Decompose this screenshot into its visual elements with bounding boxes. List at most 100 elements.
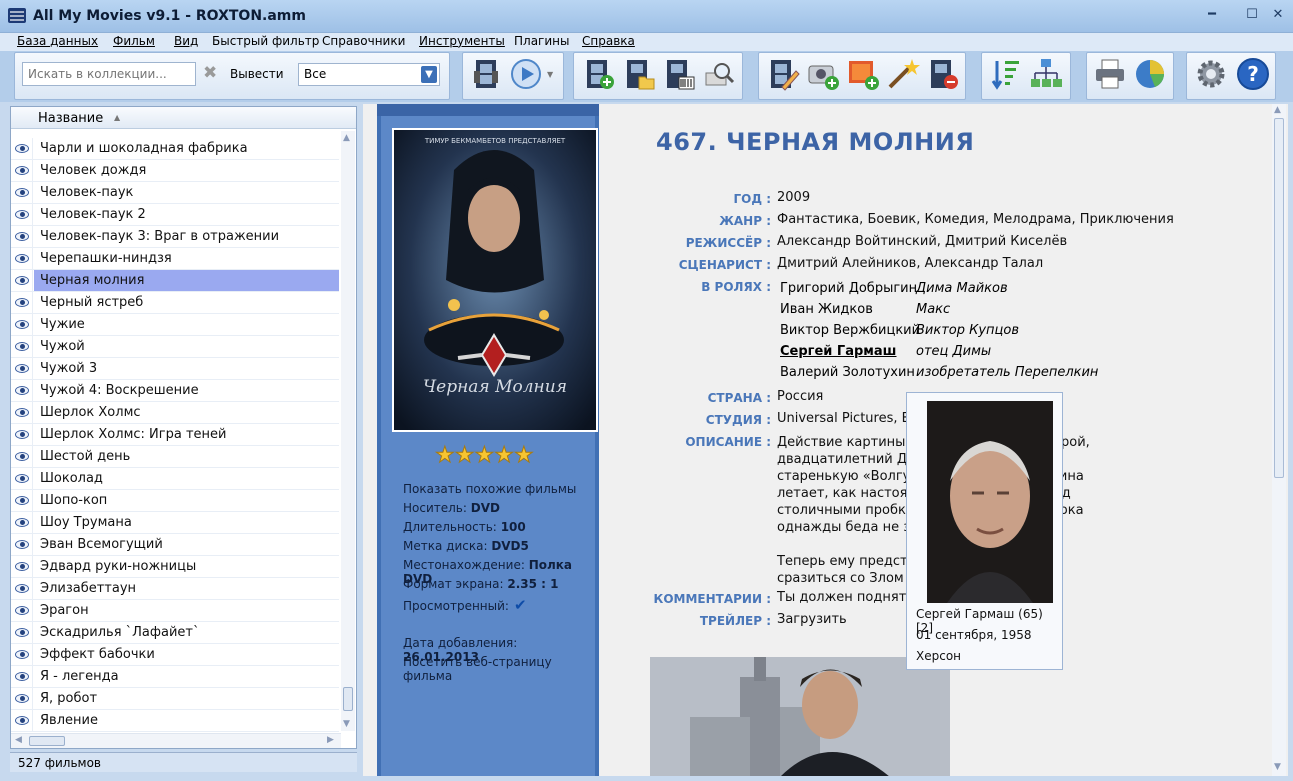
list-item[interactable]: Чарли и шоколадная фабрика <box>11 138 339 160</box>
list-vertical-scrollbar[interactable]: ▲ ▼ <box>341 131 355 731</box>
statistics-icon[interactable] <box>1133 57 1167 91</box>
list-item[interactable]: Черная молния <box>11 270 339 292</box>
checkmark-icon[interactable]: ✔ <box>514 596 527 614</box>
list-item[interactable]: Чужой 4: Воскрешение <box>11 380 339 402</box>
add-movie-icon[interactable] <box>582 57 616 91</box>
trailer-link[interactable]: Загрузить <box>777 612 847 627</box>
scroll-up-icon[interactable]: ▲ <box>343 133 350 143</box>
menu-help[interactable]: Справка <box>582 34 635 48</box>
list-item-title: Чужой 3 <box>40 361 98 376</box>
star-icon[interactable]: ★ <box>513 443 534 469</box>
group-tree-icon[interactable] <box>1029 57 1063 91</box>
cast-actor[interactable]: Валерий Золотухин <box>780 365 915 380</box>
scroll-left-icon[interactable]: ◀ <box>15 735 22 745</box>
cast-actor[interactable]: Иван Жидков <box>780 302 873 317</box>
list-item[interactable]: Шестой день <box>11 446 339 468</box>
list-item[interactable]: Эван Всемогущий <box>11 534 339 556</box>
cast-actor[interactable]: Виктор Вержбицкий <box>780 323 920 338</box>
list-item[interactable]: Эскадрилья `Лафайет` <box>11 622 339 644</box>
help-icon[interactable]: ? <box>1236 57 1270 91</box>
scroll-up-icon[interactable]: ▲ <box>1274 105 1281 115</box>
add-folder-icon[interactable] <box>622 57 656 91</box>
list-item[interactable]: Человек дождя <box>11 160 339 182</box>
movie-still-image[interactable] <box>650 657 950 776</box>
list-item[interactable]: Шерлок Холмс: Игра теней <box>11 424 339 446</box>
scroll-down-icon[interactable]: ▼ <box>343 719 350 729</box>
search-online-icon[interactable] <box>702 57 736 91</box>
play-icon[interactable] <box>509 57 543 91</box>
cast-actor-hovered[interactable]: Сергей Гармаш <box>780 344 896 359</box>
studio-label: СТУДИЯ : <box>705 413 771 427</box>
cast-actor[interactable]: Григорий Добрыгин <box>780 281 917 296</box>
column-title-header[interactable]: Название <box>38 111 103 126</box>
eye-cell <box>11 160 33 181</box>
list-horizontal-scrollbar[interactable]: ◀ ▶ <box>11 733 341 748</box>
add-image-icon[interactable] <box>846 57 880 91</box>
delete-movie-icon[interactable] <box>926 57 960 91</box>
movie-poster[interactable]: ТИМУР БЕКМАМБЕТОВ ПРЕДСТАВЛЯЕТ Черная Мо… <box>392 128 598 432</box>
list-item[interactable]: Человек-паук <box>11 182 339 204</box>
list-item[interactable]: Шерлок Холмс <box>11 402 339 424</box>
menu-view[interactable]: Вид <box>174 34 198 48</box>
poster-logo-text: Черная Молния <box>423 377 567 397</box>
add-screenshot-icon[interactable] <box>806 57 840 91</box>
list-item[interactable]: Шоу Трумана <box>11 512 339 534</box>
scroll-down-icon[interactable]: ▼ <box>1274 762 1281 772</box>
list-item[interactable]: Явление <box>11 710 339 732</box>
list-item[interactable]: Чужой <box>11 336 339 358</box>
menu-references[interactable]: Справочники <box>322 34 405 48</box>
star-icon[interactable]: ★ <box>435 443 456 469</box>
menu-plugins[interactable]: Плагины <box>514 34 569 48</box>
sort-icon[interactable] <box>989 57 1023 91</box>
list-item[interactable]: Эдвард руки-ножницы <box>11 556 339 578</box>
list-item[interactable]: Я, робот <box>11 688 339 710</box>
list-item[interactable]: Я - легенда <box>11 666 339 688</box>
scroll-right-icon[interactable]: ▶ <box>327 735 334 745</box>
maximize-button[interactable]: ☐ <box>1241 5 1263 25</box>
minimize-button[interactable]: ━ <box>1201 5 1223 25</box>
eye-cell <box>11 138 33 159</box>
list-item[interactable]: Элизабеттаун <box>11 578 339 600</box>
menu-tools[interactable]: Инструменты <box>419 34 505 48</box>
menu-quick-filter[interactable]: Быстрый фильтр <box>212 34 319 48</box>
aspect-row: Формат экрана: 2.35 : 1 <box>403 577 559 591</box>
list-item[interactable]: Человек-паук 2 <box>11 204 339 226</box>
list-item[interactable]: Эффект бабочки <box>11 644 339 666</box>
eye-icon <box>15 408 29 417</box>
film-filter-icon[interactable] <box>470 57 504 91</box>
list-item[interactable]: Эрагон <box>11 600 339 622</box>
filter-select[interactable]: Все ▼ <box>298 63 440 86</box>
star-icon[interactable]: ★ <box>474 443 495 469</box>
menu-movie[interactable]: Фильм <box>113 34 155 48</box>
country-label: СТРАНА : <box>707 391 771 405</box>
rating-stars[interactable]: ★★★★★ <box>435 443 535 469</box>
similar-movies-link[interactable]: Показать похожие фильмы <box>403 482 576 496</box>
list-item[interactable]: Черепашки-ниндзя <box>11 248 339 270</box>
list-item[interactable]: Чужой 3 <box>11 358 339 380</box>
star-icon[interactable]: ★ <box>494 443 515 469</box>
list-item[interactable]: Шопо-коп <box>11 490 339 512</box>
list-scroll-thumb[interactable] <box>343 687 353 711</box>
list-hscroll-thumb[interactable] <box>29 736 65 746</box>
star-icon[interactable]: ★ <box>454 443 475 469</box>
eye-icon <box>15 584 29 593</box>
menu-database[interactable]: База данных <box>17 34 98 48</box>
details-vertical-scrollbar[interactable]: ▲ ▼ <box>1272 104 1286 776</box>
clear-search-icon[interactable]: ✖ <box>203 63 217 83</box>
close-button[interactable]: ✕ <box>1267 5 1289 25</box>
edit-movie-icon[interactable] <box>766 57 800 91</box>
search-input[interactable] <box>22 62 196 86</box>
window-title: All My Movies v9.1 - ROXTON.amm <box>33 8 306 24</box>
list-item[interactable]: Черный ястреб <box>11 292 339 314</box>
play-dropdown-icon[interactable]: ▼ <box>547 70 553 79</box>
list-item[interactable]: Шоколад <box>11 468 339 490</box>
list-item[interactable]: Человек-паук 3: Враг в отражении <box>11 226 339 248</box>
details-scroll-thumb[interactable] <box>1274 118 1284 478</box>
magic-wand-icon[interactable] <box>886 57 920 91</box>
website-link[interactable]: Посетить веб-страницу фильма <box>403 655 595 683</box>
list-item[interactable]: Чужие <box>11 314 339 336</box>
aspect-value: 2.35 : 1 <box>507 577 559 591</box>
print-icon[interactable] <box>1093 57 1127 91</box>
barcode-icon[interactable] <box>662 57 696 91</box>
settings-gear-icon[interactable] <box>1194 57 1228 91</box>
